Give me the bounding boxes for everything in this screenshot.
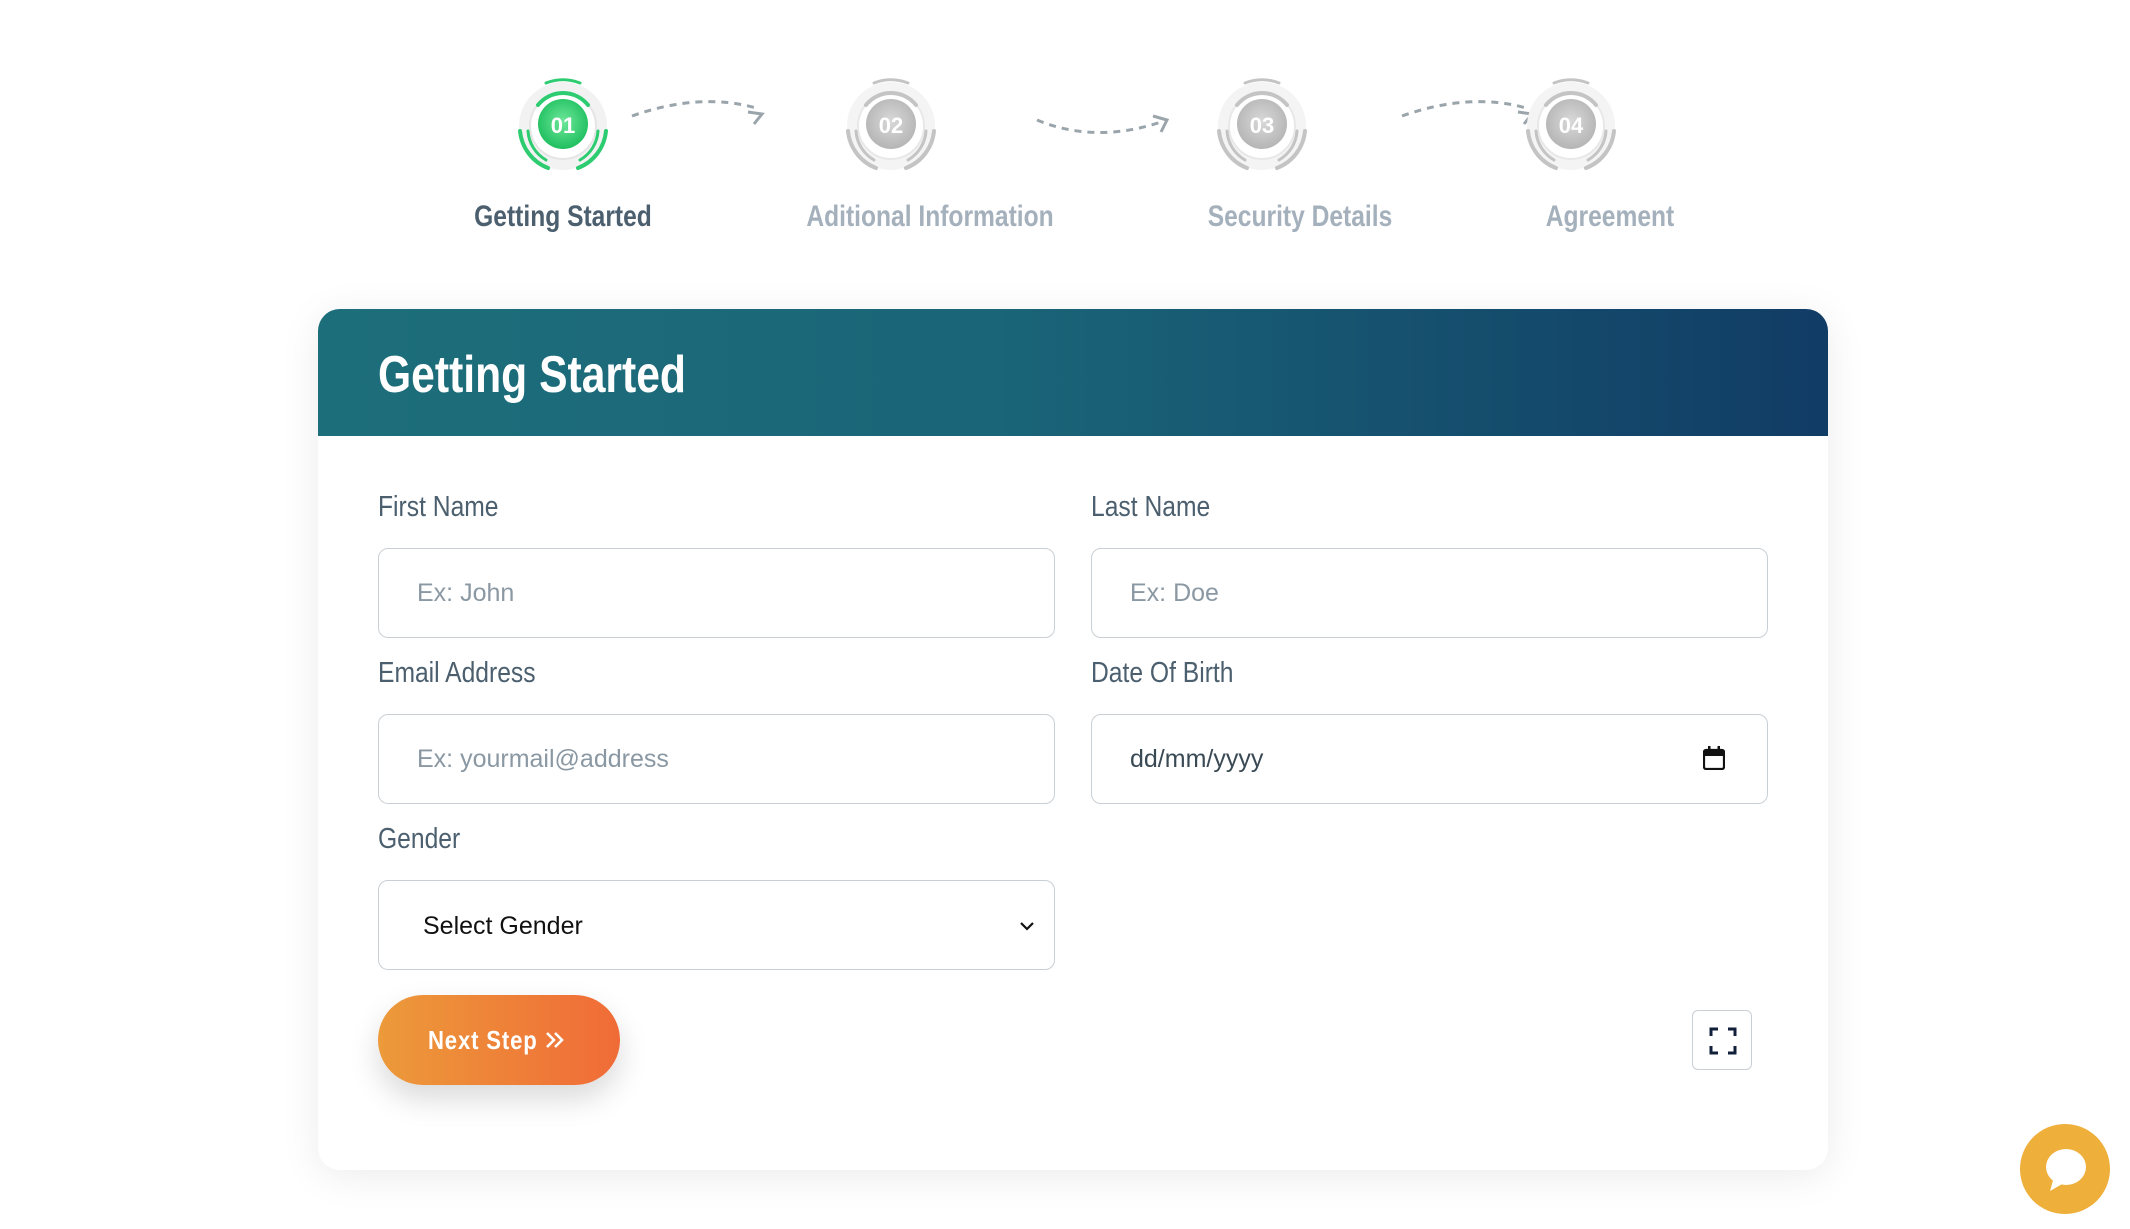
progress-stepper: 01 Getting Started 02 Aditional Informat… <box>0 0 2130 260</box>
form-title: Getting Started <box>378 346 686 404</box>
gender-select[interactable]: Select Gender <box>378 880 1055 970</box>
form-card: Getting Started First Name Last Name Ema… <box>318 309 1828 1170</box>
dob-label: Date Of Birth <box>1091 657 1234 689</box>
double-chevron-right-icon <box>546 1032 564 1048</box>
fullscreen-button[interactable] <box>1692 1010 1752 1070</box>
svg-text:03: 03 <box>1250 113 1274 138</box>
step-2-label: Aditional Information <box>806 200 1054 233</box>
dob-input[interactable]: dd/mm/yyyy <box>1091 714 1768 804</box>
step-2-icon[interactable]: 02 <box>836 71 946 181</box>
gender-label: Gender <box>378 823 461 855</box>
svg-text:04: 04 <box>1559 113 1584 138</box>
next-step-button[interactable]: Next Step <box>378 995 620 1085</box>
next-step-label: Next Step <box>428 1025 538 1055</box>
step-connector-1 <box>631 100 765 125</box>
step-3-icon[interactable]: 03 <box>1207 71 1317 181</box>
svg-text:02: 02 <box>879 113 903 138</box>
email-input[interactable] <box>378 714 1055 804</box>
fullscreen-icon <box>1709 1027 1737 1055</box>
form-header: Getting Started <box>318 309 1828 436</box>
chevron-down-icon <box>1020 922 1034 931</box>
chat-bubble-icon <box>2046 1149 2086 1191</box>
chat-button[interactable] <box>2020 1124 2110 1214</box>
last-name-input[interactable] <box>1091 548 1768 638</box>
first-name-input[interactable] <box>378 548 1055 638</box>
step-1-label: Getting Started <box>474 200 652 233</box>
svg-text:01: 01 <box>551 113 575 138</box>
last-name-label: Last Name <box>1091 491 1211 523</box>
dob-value: dd/mm/yyyy <box>1130 745 1264 773</box>
step-3-label: Security Details <box>1207 200 1393 233</box>
email-label: Email Address <box>378 657 536 689</box>
gender-selected-value: Select Gender <box>423 912 583 940</box>
step-1-icon[interactable]: 01 <box>508 71 618 181</box>
step-4-label: Agreement <box>1545 200 1675 233</box>
step-connector-2 <box>1036 114 1170 134</box>
first-name-label: First Name <box>378 491 499 523</box>
step-4-icon[interactable]: 04 <box>1516 71 1626 181</box>
calendar-icon[interactable] <box>1703 746 1725 770</box>
